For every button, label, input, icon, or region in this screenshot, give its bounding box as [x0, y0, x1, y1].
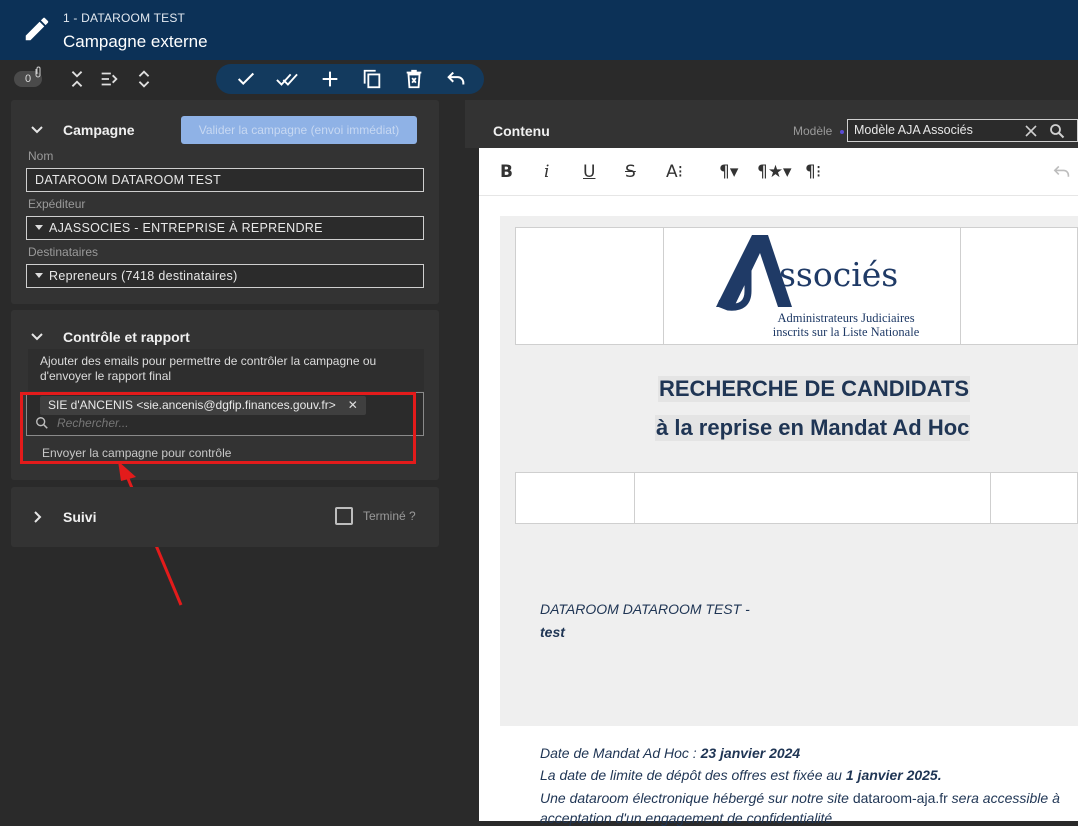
modele-select[interactable]: Modèle AJA Associés	[847, 119, 1078, 142]
nom-field[interactable]: DATAROOM DATAROOM TEST	[26, 168, 424, 192]
termine-checkbox[interactable]	[335, 507, 353, 525]
empty-table	[515, 472, 1078, 524]
wrap-text-icon[interactable]	[98, 68, 120, 90]
dataroom-prefix: Une dataroom électronique hébergé sur no…	[540, 790, 853, 806]
chevron-right-icon[interactable]	[29, 509, 45, 525]
logo-line-1: Administrateurs Judiciaires	[777, 311, 915, 325]
add-icon[interactable]	[319, 68, 341, 90]
controle-section-title[interactable]: Contrôle et rapport	[63, 329, 190, 345]
logo-brand-text: ssociés	[779, 255, 899, 294]
campagne-section-title[interactable]: Campagne	[63, 122, 135, 138]
delete-icon[interactable]	[403, 68, 425, 90]
contenu-title: Contenu	[493, 123, 550, 139]
search-icon[interactable]	[1049, 123, 1065, 139]
date-prefix: Date de Mandat Ad Hoc :	[540, 745, 701, 761]
hint-line-2: d'envoyer le rapport final	[40, 369, 172, 383]
expediteur-select[interactable]: AJASSOCIES - ENTREPRISE À REPRENDRE	[26, 216, 424, 240]
expediteur-label: Expéditeur	[28, 197, 86, 211]
table-divider	[663, 228, 664, 344]
logo-line-2: inscrits sur la Liste Nationale	[772, 325, 920, 339]
chevron-down-icon[interactable]	[29, 329, 45, 345]
editor-toolbar: B i U S A⁝ ¶▾ ¶★▾ ¶⁝	[479, 148, 1078, 196]
table-divider	[990, 473, 991, 523]
caret-down-icon	[35, 273, 43, 278]
action-toolbar	[216, 64, 484, 94]
controle-hint: Ajouter des emails pour permettre de con…	[28, 349, 424, 391]
modele-label: Modèle	[793, 124, 833, 138]
validate-campaign-button[interactable]: Valider la campagne (envoi immédiat)	[181, 116, 417, 144]
limit-line: La date de limite de dépôt des offres es…	[540, 767, 942, 783]
toolbar: 0	[0, 60, 1078, 100]
breadcrumb: 1 - DATAROOM TEST	[63, 11, 186, 25]
clear-icon[interactable]	[1025, 125, 1037, 137]
bold-icon[interactable]: B	[500, 162, 513, 182]
edit-pencil-icon	[25, 17, 49, 41]
suivi-section-title[interactable]: Suivi	[63, 509, 96, 525]
table-divider	[960, 228, 961, 344]
app-header: 1 - DATAROOM TEST Campagne externe	[0, 0, 1078, 60]
dataroom-line: Une dataroom électronique hébergé sur no…	[540, 790, 1060, 806]
dataroom-link[interactable]: dataroom-aja.fr	[853, 790, 948, 806]
logo-table: ssociés Administrateurs Judiciaires insc…	[515, 227, 1078, 345]
italic-icon[interactable]: i	[544, 162, 549, 182]
required-dot	[840, 130, 844, 134]
hint-line-1: Ajouter des emails pour permettre de con…	[40, 354, 377, 368]
undo-icon[interactable]	[1052, 164, 1072, 180]
document-heading-2: à la reprise en Mandat Ad Hoc	[655, 415, 971, 441]
annotation-highlight-box	[20, 392, 416, 464]
limit-value: 1 janvier 2025.	[845, 767, 942, 783]
dataroom-suffix: sera accessible à	[947, 790, 1060, 806]
date-line: Date de Mandat Ad Hoc : 23 janvier 2024	[540, 745, 800, 761]
destinataires-label: Destinataires	[28, 245, 99, 259]
check-icon[interactable]	[235, 68, 257, 90]
chevron-down-icon[interactable]	[29, 122, 45, 138]
destinataires-value: Repreneurs (7418 destinataires)	[49, 269, 238, 283]
expand-all-icon[interactable]	[133, 68, 155, 90]
nom-label: Nom	[28, 149, 54, 163]
paragraph-format-icon[interactable]: ¶▾	[719, 162, 738, 182]
campaign-test-line: test	[540, 624, 565, 640]
copy-icon[interactable]	[361, 68, 383, 90]
underline-icon[interactable]: U	[583, 162, 595, 182]
logo-tagline: Administrateurs Judiciaires inscrits sur…	[764, 311, 928, 339]
destinataires-select[interactable]: Repreneurs (7418 destinataires)	[26, 264, 424, 288]
strikethrough-icon[interactable]: S	[625, 162, 636, 182]
page-title: Campagne externe	[63, 32, 208, 51]
line-height-icon[interactable]: ¶⁝	[805, 162, 821, 182]
collapse-all-icon[interactable]	[66, 68, 88, 90]
table-divider	[634, 473, 635, 523]
paragraph-style-icon[interactable]: ¶★▾	[757, 162, 792, 182]
double-check-icon[interactable]	[276, 68, 298, 90]
engagement-line: acceptation d'un engagement de confident…	[540, 810, 833, 826]
rich-text-editor[interactable]: B i U S A⁝ ¶▾ ¶★▾ ¶⁝ ssociés Administrat…	[479, 148, 1078, 826]
document-heading-1: RECHERCHE DE CANDIDATS	[658, 376, 971, 402]
campaign-name-line: DATAROOM DATAROOM TEST -	[540, 601, 750, 617]
limit-prefix: La date de limite de dépôt des offres es…	[540, 767, 846, 783]
undo-icon[interactable]	[445, 68, 467, 90]
date-value: 23 janvier 2024	[700, 745, 801, 761]
font-size-icon[interactable]: A⁝	[666, 162, 683, 182]
termine-label: Terminé ?	[363, 509, 416, 523]
modele-value: Modèle AJA Associés	[854, 123, 973, 137]
caret-down-icon	[35, 225, 43, 230]
expediteur-value: AJASSOCIES - ENTREPRISE À REPRENDRE	[49, 221, 323, 235]
paperclip-icon	[35, 66, 41, 78]
